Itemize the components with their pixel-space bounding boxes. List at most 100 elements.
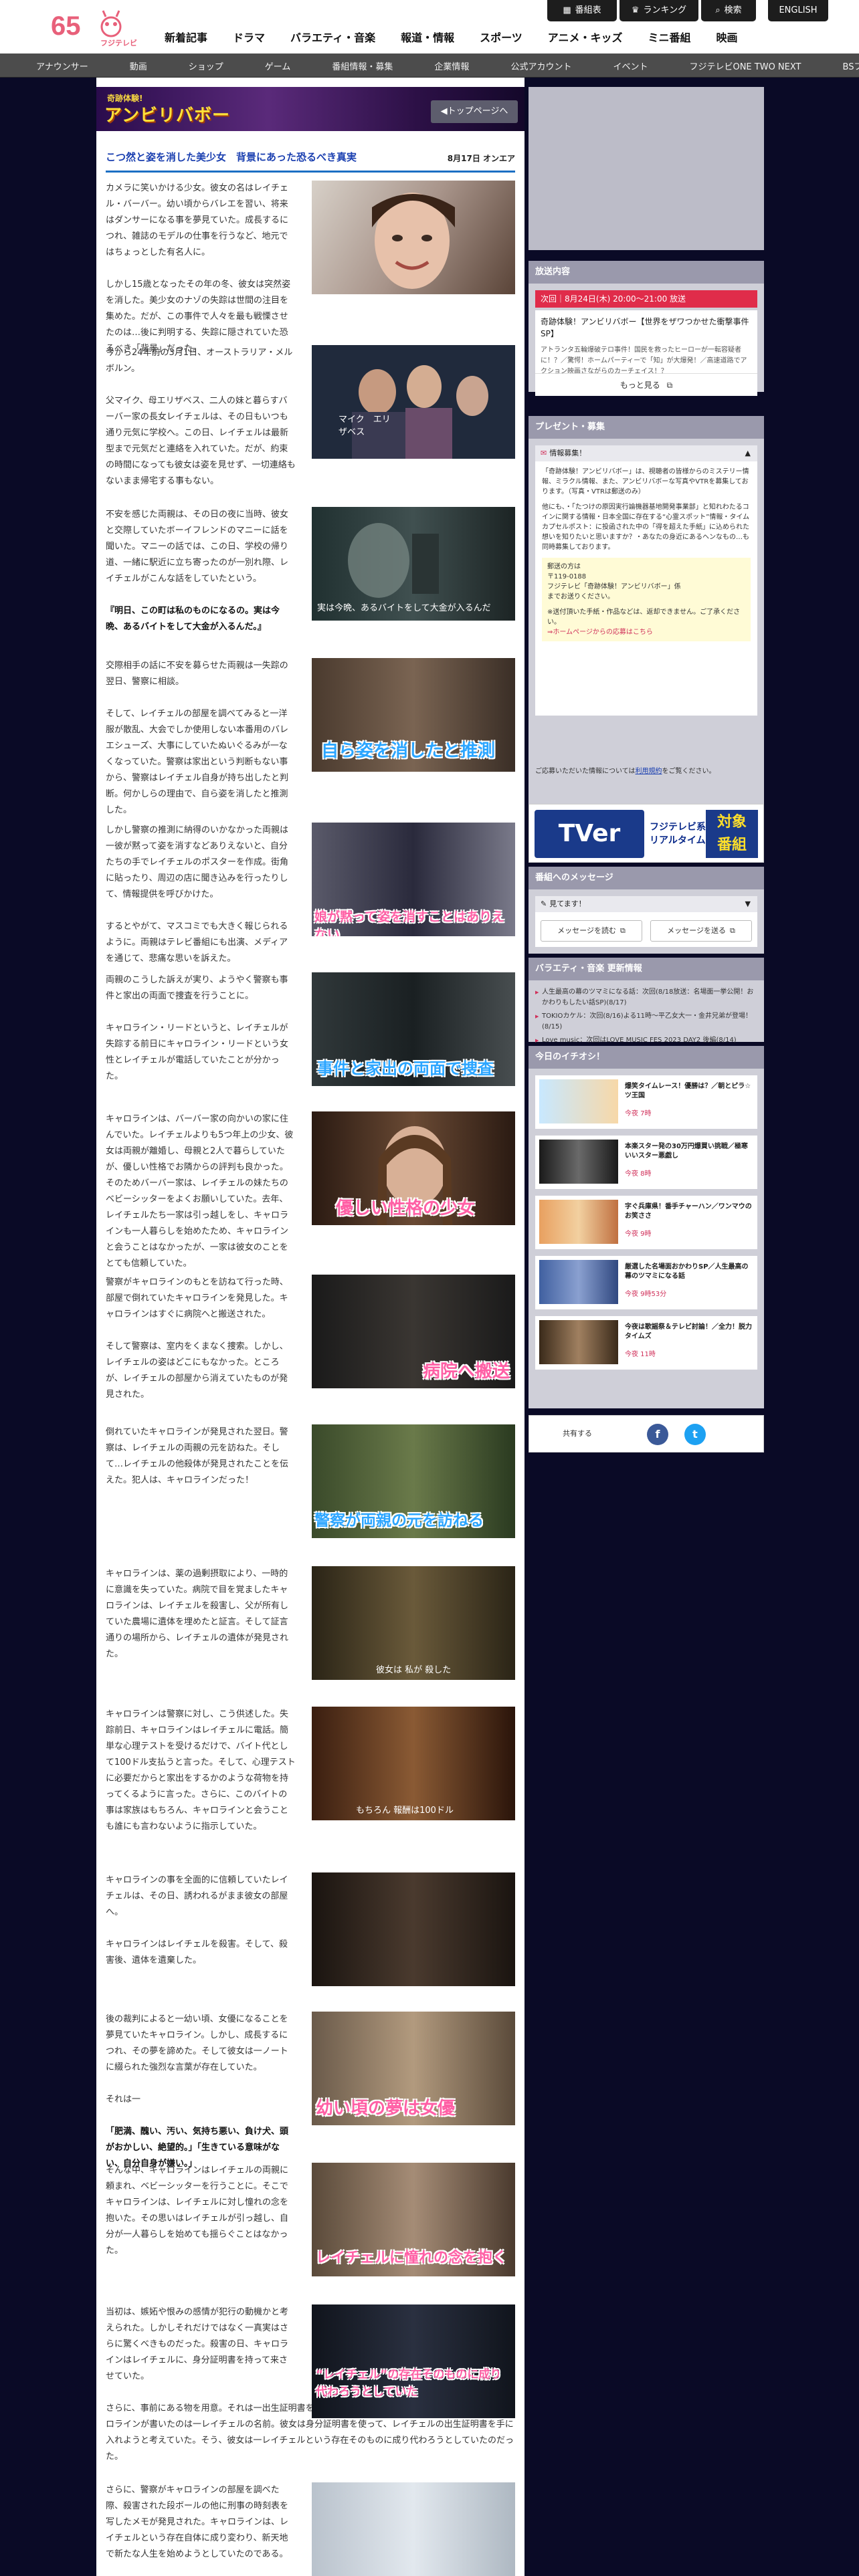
article-paragraph: 後の裁判によると一幼い頃、女優になることを夢見ていたキャロライン。しかし、成長す… [106,2014,288,2072]
chevron-down-icon: ▼ [745,899,751,908]
article-paragraph: 交際相手の話に不安を募らせた両親は一失踪の翌日、警察に相談。 [106,661,288,687]
share-label: 共有する [563,1429,592,1438]
image-caption: 実は今晩、あるバイトをして大金が入るんだ [317,603,491,613]
search-button[interactable]: ⌕ 検索 [701,0,756,21]
subnav-company[interactable]: 企業情報 [434,60,469,72]
image-caption: 優しい性格の少女 [336,1198,476,1218]
nav-item-news-info[interactable]: 報道・情報 [401,29,454,47]
image-caption: 病院へ搬送 [423,1362,510,1382]
variety-update-link[interactable]: 人生最高の幕のツマミになる話：次回(8/18放送：名場面一挙公開！おかわりもした… [535,987,757,1008]
article-image-family: マイク エリザベス [312,345,515,459]
ichioshi-heading: 今日のイチオシ！ [529,1046,764,1069]
apply-link[interactable]: ⇒ホームページからの応募はこちら [547,627,745,637]
nav-item-movie[interactable]: 映画 [716,29,737,47]
image-caption: 幼い頃の夢は女優 [316,2099,456,2119]
subnav-shop[interactable]: ショップ [189,60,223,72]
message-accordion[interactable]: ✎ 見てます！ ▼ [535,896,757,912]
subnav-official-accounts[interactable]: 公式アカウント [510,60,571,72]
tver-banner[interactable]: TVer フジテレビ系 リアルタイム配信 対象 番組 [529,804,764,863]
image-caption: 自ら姿を消したと推測 [321,741,496,761]
image-caption: 事件と家出の両面で捜査 [317,1059,494,1078]
terms-link[interactable]: 利用規約 [636,768,662,775]
subnav-game[interactable]: ゲーム [265,60,291,72]
broadcast-program[interactable]: 奇跡体験！アンビリバボー【世界をザワつかせた衝撃事件SP】 アトランタ五輪爆破テ… [535,310,757,375]
article-paragraph: 今から24年前の3月1日、オーストラリア・メルボルン。 [106,348,293,374]
article-quote: 『明日、この町は私のものになるの。実は今晩、あるバイトをして大金が入るんだ。』 [106,606,280,632]
article-paragraph: 当初は、嫉妬や恨みの感情が犯行の動機かと考えられた。しかしそれだけではなく一真実… [106,2307,289,2381]
search-icon: ⌕ [715,5,721,15]
variety-update-link[interactable]: Love music：次回はLOVE MUSIC FES 2023 DAY2 後… [535,1035,757,1046]
article-paragraph: キャロラインは、バーバー家の向かいの家に住んでいた。レイチェルよりも5つ年上の少… [106,1114,294,1269]
program-logo[interactable]: アンビリバボー [104,102,230,126]
ichioshi-thumbnail [539,1320,618,1364]
article-paragraph: 不安を感じた両親は、その日の夜に当時、彼女と交際していたボーイフレンドのマニーに… [106,510,289,584]
more-button[interactable]: もっと見る ⧉ [535,373,757,396]
nav-item-variety[interactable]: バラエティ・音楽 [290,29,375,47]
ichioshi-time: 今夜 9時53分 [625,1291,667,1298]
pencil-icon: ✎ [541,899,547,908]
nav-item-mini[interactable]: ミニ番組 [648,29,690,47]
ichioshi-item[interactable]: 今夜は歌謡祭＆テレビ討論！／全力！脱力タイムズ 今夜 11時 [535,1316,757,1370]
subnav-one-two-next[interactable]: フジテレビONE TWO NEXT [689,60,801,72]
article-paragraph: するとやがて、マスコミでも大きく報じられるように。両親はテレビ番組にも出演、メデ… [106,922,288,964]
nav-item-sports[interactable]: スポーツ [480,29,522,47]
read-messages-button[interactable]: メッセージを読む ⧉ [541,920,642,942]
ichioshi-title: 字ぐ兵庫県！番手チャーハン／ワンマウのお笑ささ [625,1203,752,1220]
program-guide-button[interactable]: ▦ 番組表 [547,0,617,21]
article-image-phone: 実は今晩、あるバイトをして大金が入るんだ [312,507,515,621]
article-paragraph: そして、レイチェルの部屋を調べてみると一洋服が散乱、大会でしか使用しない本番用の… [106,709,289,815]
subnav-announcer[interactable]: アナウンサー [36,60,88,72]
tver-logo: TVer [535,810,644,858]
article-image-hospital-bed: 彼女は 私が 殺した [312,1566,515,1680]
external-window-icon: ⧉ [729,926,735,935]
twitter-icon[interactable]: t [684,1424,706,1445]
ichioshi-time: 今夜 8時 [625,1170,652,1178]
image-caption: 彼女は 私が 殺した [376,1665,452,1675]
subnav-events[interactable]: イベント [613,60,648,72]
nav-item-news[interactable]: 新着記事 [165,29,207,47]
ichioshi-item[interactable]: 字ぐ兵庫県！番手チャーハン／ワンマウのお笑ささ 今夜 9時 [535,1196,757,1249]
top-page-button[interactable]: ◀トップページへ [431,100,518,123]
ichioshi-item[interactable]: 本楽スター発の30万円爆買い挑戦／極寒いいスター悪戯し 今夜 8時 [535,1136,757,1189]
subnav-video[interactable]: 動画 [130,60,147,72]
present-accordion[interactable]: ✉ 情報募集！ ▲ [535,445,757,461]
article-image-admiration: レイチェルに憧れの念を抱く [312,2163,515,2276]
article-image-investigation: 事件と家出の両面で捜査 [312,972,515,1086]
variety-update-box: バラエティ・音楽 更新情報 人生最高の幕のツマミになる話：次回(8/18放送：名… [529,958,764,1046]
message-box: 番組へのメッセージ ✎ 見てます！ ▼ メッセージを読む ⧉ メッセージを送る ⧉ [529,867,764,954]
nav-item-drama[interactable]: ドラマ [233,29,265,47]
present-text: 「奇跡体験！アンビリバボー」は、視聴者の皆様からのミステリー情報、ミラクル情報、… [542,468,749,496]
ichioshi-item[interactable]: 厳選した名場面おかわりSP／人生最高の幕のツマミになる話 今夜 9時53分 [535,1256,757,1309]
english-button[interactable]: ENGLISH [768,0,828,21]
ichioshi-thumbnail [539,1200,618,1244]
ranking-button[interactable]: ♛ ランキング [619,0,698,21]
chevron-up-icon: ▲ [745,449,751,457]
variety-update-link[interactable]: TOKIOカケル：次回(8/16)よる11時〜平乙女大一・金井兄弟が登場！(8/… [535,1011,757,1033]
subnav-bs-fuji[interactable]: BSフジ [843,60,859,72]
broadcast-box: 放送内容 次回｜8月24日(木) 20:00〜21:00 放送 奇跡体験！アンビ… [529,261,764,396]
article-paragraph: それは一 [106,2095,141,2105]
send-message-button[interactable]: メッセージを送る ⧉ [650,920,752,942]
nav-item-anime[interactable]: アニメ・キッズ [548,29,623,47]
article-paragraph: キャロライン・リードというと、レイチェルが失踪する前日にキャロライン・リードとい… [106,1023,289,1081]
fujitv-logo[interactable]: 65 フジテレビ [50,7,137,48]
ichioshi-item[interactable]: 爆笑タイムレース！優勝は？／朝とピラ☆ツ王国 今夜 7時 [535,1075,757,1129]
image-caption: マイク エリザベス [339,415,391,437]
ichioshi-title: 本楽スター発の30万円爆買い挑戦／極寒いいスター悪戯し [625,1143,748,1160]
ichioshi-title: 爆笑タイムレース！優勝は？／朝とピラ☆ツ王国 [625,1083,751,1099]
sub-nav: アナウンサー 動画 ショップ ゲーム 番組情報・募集 企業情報 公式アカウント … [0,53,859,78]
external-window-icon: ⧉ [666,381,673,390]
article-paragraph: 両親のこうした訴えが実り、ようやく警察も事件と家出の両面で捜査を行うことに。 [106,975,288,1001]
article-paragraph: 倒れていたキャロラインが発見された翌日。警察は、レイチェルの両親の元を訪ねた。そ… [106,1427,289,1485]
sidebar-ad-space [529,87,764,250]
article-paragraph: キャロラインの事を全面的に信頼していたレイチェルは、その日、誘われるがまま彼女の… [106,1875,288,1917]
article-paragraph: 父マイク、母エリザベス、二人の妹と暮らすバーバー家の長女レイチェルは、その日もい… [106,396,296,486]
facebook-icon[interactable]: f [647,1424,668,1445]
article-paragraph: そんな中、キャロラインはレイチェルの両親に頼まれ、ベビーシッターを行うことに。そ… [106,2165,289,2256]
subnav-program-info[interactable]: 番組情報・募集 [332,60,393,72]
article-image-police: 警察が両親の元を訪ねる [312,1424,515,1538]
broadcast-program-desc: アトランタ五輪爆破テロ事件！国民を救ったヒーローが一転容疑者に！？／驚愕！ホーム… [541,346,747,375]
article-paragraph: しかし警察の推測に納得のいかなかった両親は一彼が黙って姿を消すなどありえないと、… [106,825,289,899]
present-heading: プレゼント・募集 [529,416,764,439]
present-address-note: 郵送の方は 〒119-0188 フジテレビ「奇跡体験！アンビリバボー」係 までお… [542,558,751,641]
